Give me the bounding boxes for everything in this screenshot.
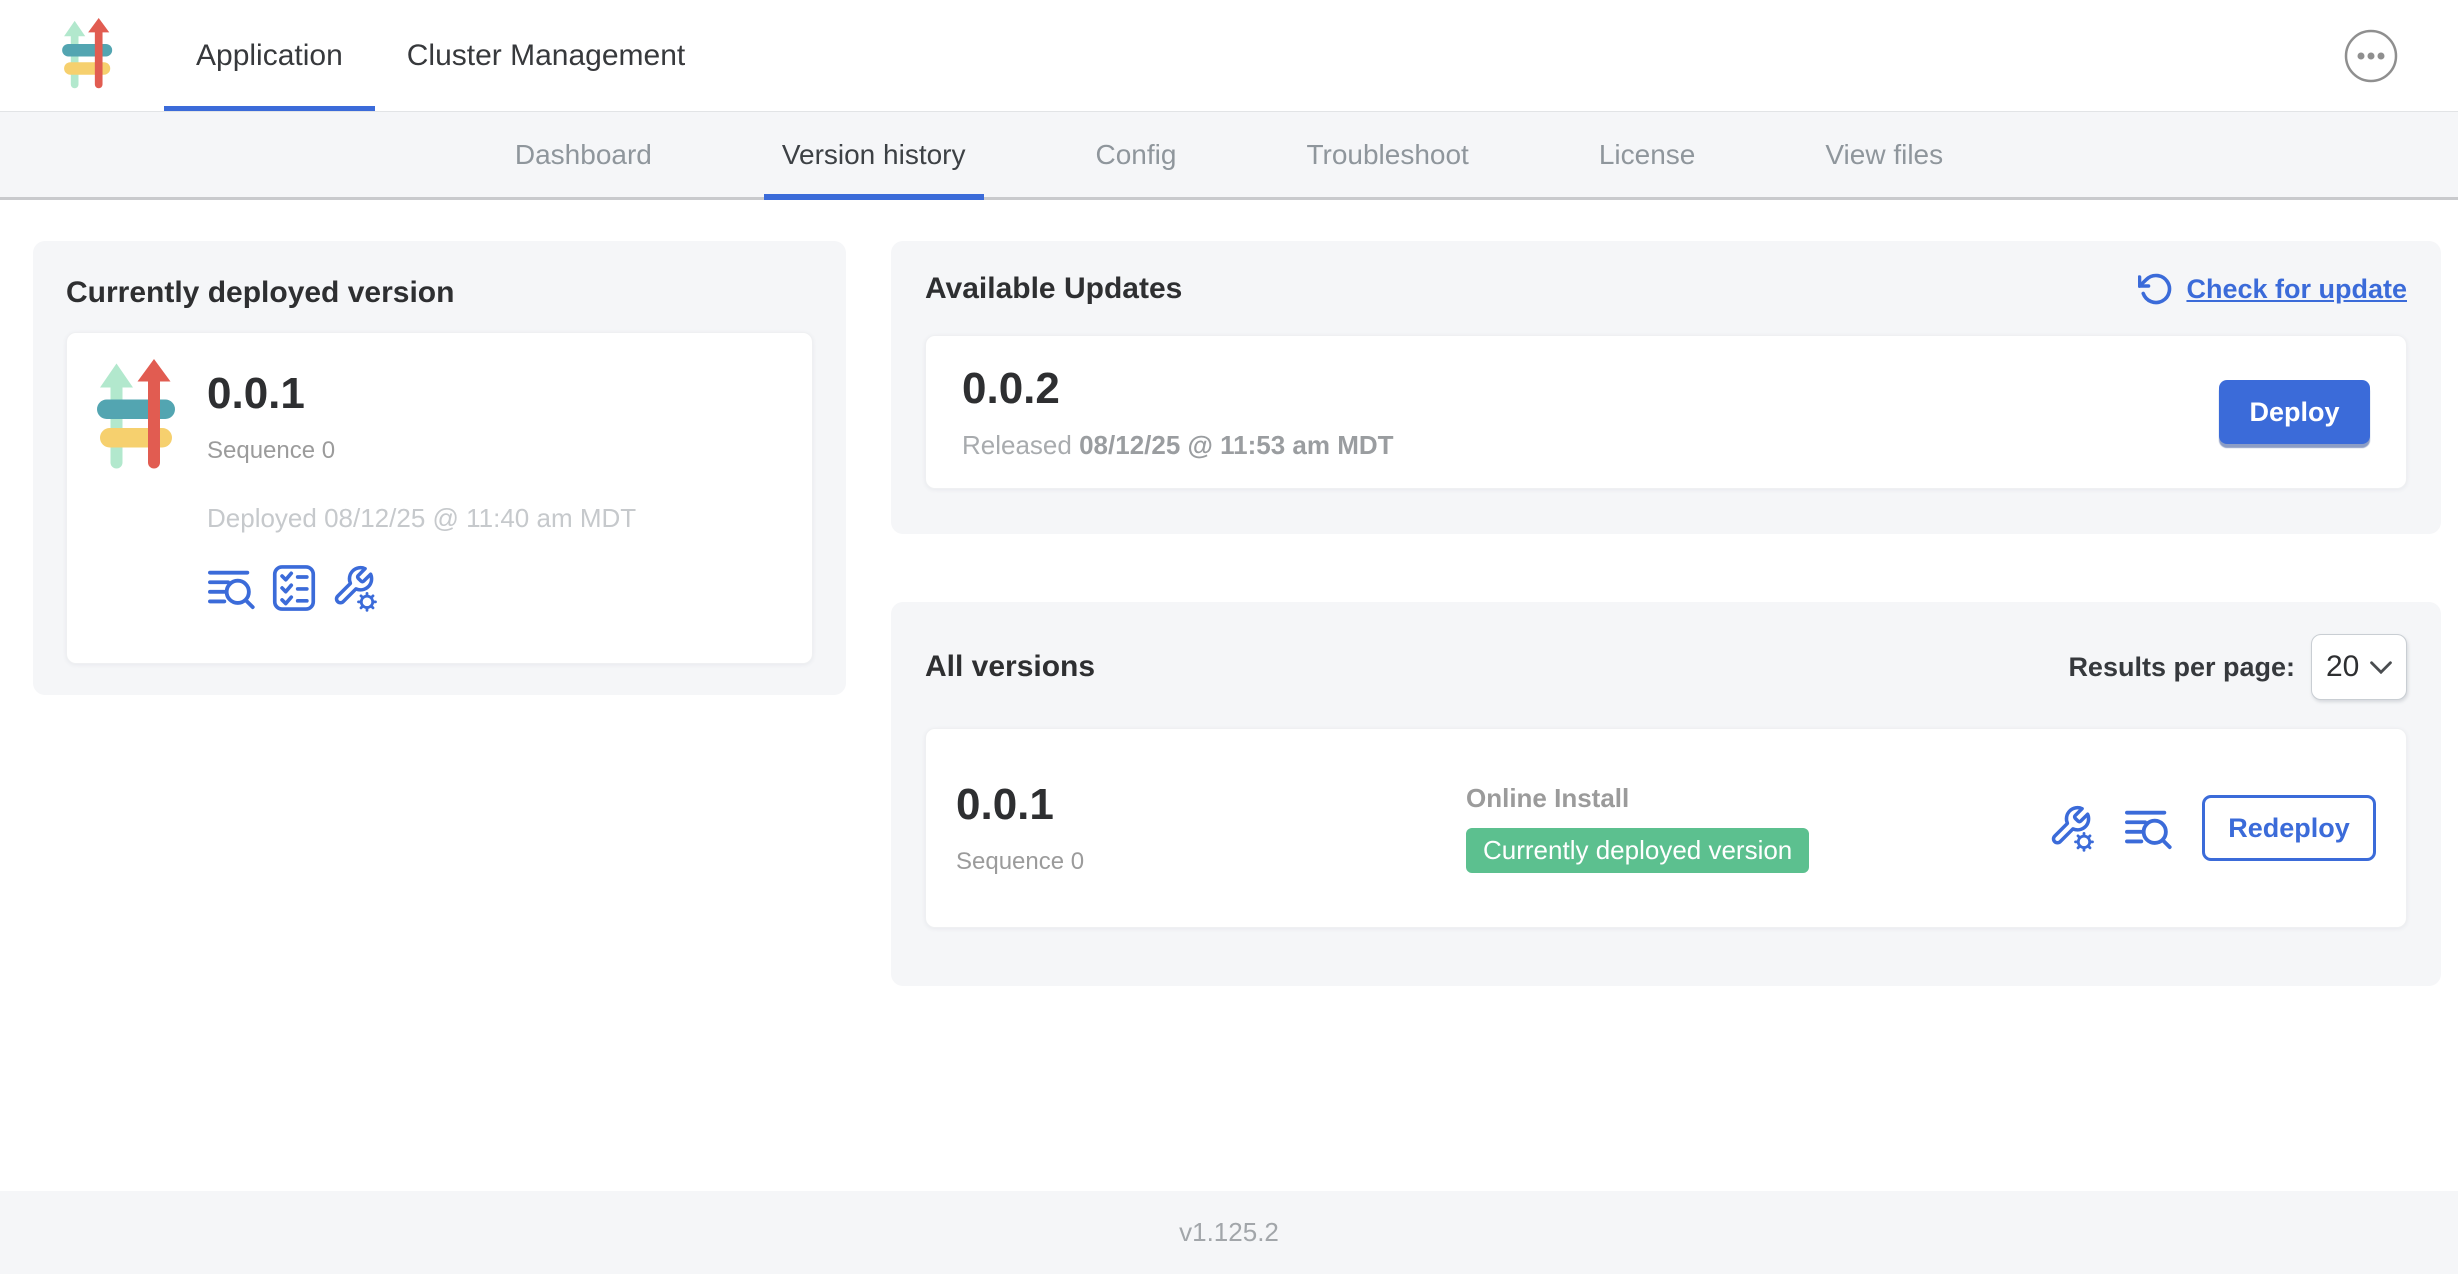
tab-view-files-label: View files [1825, 139, 1943, 171]
tab-license[interactable]: License [1581, 112, 1714, 197]
tab-troubleshoot-label: Troubleshoot [1306, 139, 1468, 171]
install-type-label: Online Install [1466, 783, 2048, 814]
deployed-version-panel: 0.0.1 Sequence 0 Deployed 08/12/25 @ 11:… [66, 332, 813, 664]
row-install-info: Online Install Currently deployed versio… [1466, 783, 2048, 873]
tab-application[interactable]: Application [164, 0, 375, 111]
released-date: 08/12/25 @ 11:53 am MDT [1079, 430, 1393, 460]
row-sequence: Sequence 0 [956, 848, 1466, 876]
view-logs-icon[interactable] [207, 565, 257, 611]
update-version-number: 0.0.2 [962, 364, 1394, 414]
available-updates-title: Available Updates [925, 272, 1182, 306]
tab-config[interactable]: Config [1078, 112, 1195, 197]
results-per-page: Results per page: 20 [2068, 634, 2407, 700]
footer: v1.125.2 [0, 1191, 2458, 1274]
tab-cluster-management[interactable]: Cluster Management [375, 0, 717, 111]
tab-cluster-management-label: Cluster Management [407, 39, 685, 73]
tab-dashboard[interactable]: Dashboard [497, 112, 670, 197]
results-per-page-select[interactable]: 20 [2311, 634, 2407, 700]
top-nav: Application Cluster Management [0, 0, 2458, 112]
overflow-menu-button[interactable] [2344, 29, 2398, 83]
deployed-actions [207, 564, 636, 612]
row-version-info: 0.0.1 Sequence 0 [956, 780, 1466, 876]
deployed-timestamp: Deployed 08/12/25 @ 11:40 am MDT [207, 503, 636, 534]
refresh-icon [2138, 271, 2174, 307]
edit-config-icon[interactable] [331, 564, 379, 612]
main-content: Currently deployed version 0.0.1 Sequenc… [0, 200, 2458, 1191]
deployed-version-info: 0.0.1 Sequence 0 Deployed 08/12/25 @ 11:… [207, 357, 636, 639]
row-actions: Redeploy [2048, 795, 2376, 861]
check-for-update-label: Check for update [2186, 274, 2407, 305]
tab-license-label: License [1599, 139, 1696, 171]
ellipsis-menu-icon [2344, 29, 2398, 83]
view-logs-icon[interactable] [2124, 805, 2174, 851]
app-logo-icon [97, 359, 187, 639]
deployed-sequence: Sequence 0 [207, 437, 636, 465]
deploy-button[interactable]: Deploy [2219, 380, 2370, 444]
version-row: 0.0.1 Sequence 0 Online Install Currentl… [925, 728, 2407, 928]
tab-application-label: Application [196, 39, 343, 73]
results-per-page-label: Results per page: [2068, 652, 2295, 683]
console-tabs: Application Cluster Management [164, 0, 717, 111]
released-label: Released [962, 430, 1072, 460]
update-row: 0.0.2 Released 08/12/25 @ 11:53 am MDT D… [925, 335, 2407, 489]
available-updates-card: Available Updates Check for update 0.0.2 [891, 241, 2441, 534]
preflight-checks-icon[interactable] [272, 564, 316, 612]
tab-version-history[interactable]: Version history [764, 112, 984, 197]
all-versions-card: All versions Results per page: 20 [891, 602, 2441, 986]
console-version: v1.125.2 [1179, 1217, 1279, 1248]
tab-dashboard-label: Dashboard [515, 139, 652, 171]
currently-deployed-title: Currently deployed version [66, 276, 813, 310]
all-versions-title: All versions [925, 650, 1095, 684]
check-for-update-link[interactable]: Check for update [2138, 271, 2407, 307]
row-version-number: 0.0.1 [956, 780, 1466, 830]
currently-deployed-badge: Currently deployed version [1466, 828, 1809, 873]
app-logo-icon [62, 18, 120, 93]
tab-config-label: Config [1096, 139, 1177, 171]
deployed-version-number: 0.0.1 [207, 369, 636, 419]
update-released-timestamp: Released 08/12/25 @ 11:53 am MDT [962, 430, 1394, 461]
tab-troubleshoot[interactable]: Troubleshoot [1288, 112, 1486, 197]
currently-deployed-card: Currently deployed version 0.0.1 Sequenc… [33, 241, 846, 695]
tab-version-history-label: Version history [782, 139, 966, 171]
update-info: 0.0.2 Released 08/12/25 @ 11:53 am MDT [962, 364, 1394, 461]
app-subnav: Dashboard Version history Config Trouble… [0, 112, 2458, 200]
redeploy-button[interactable]: Redeploy [2202, 795, 2376, 861]
right-column: Available Updates Check for update 0.0.2 [891, 241, 2441, 1191]
tab-view-files[interactable]: View files [1807, 112, 1961, 197]
results-per-page-value: 20 [2326, 650, 2359, 684]
edit-config-icon[interactable] [2048, 804, 2096, 852]
chevron-down-icon [2370, 661, 2392, 674]
